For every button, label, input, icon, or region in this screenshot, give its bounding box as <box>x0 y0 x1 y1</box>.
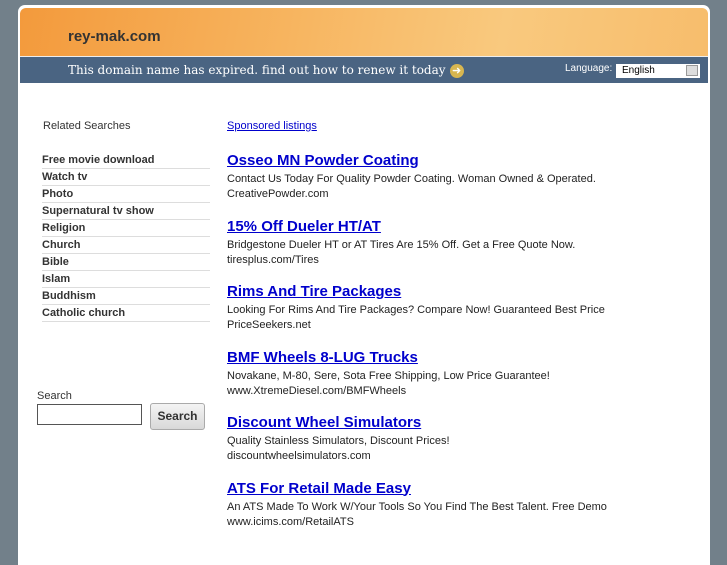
related-link[interactable]: Watch tv <box>42 169 210 186</box>
ad-title[interactable]: Discount Wheel Simulators <box>227 414 677 434</box>
arrow-right-icon[interactable]: ➜ <box>449 63 464 78</box>
sponsored-listings-link[interactable]: Sponsored listings <box>227 120 317 132</box>
renew-link[interactable]: This domain name has expired. find out h… <box>68 63 464 78</box>
ad-item: Rims And Tire Packages Looking For Rims A… <box>227 283 677 349</box>
related-link[interactable]: Photo <box>42 186 210 203</box>
ad-title[interactable]: Rims And Tire Packages <box>227 283 677 303</box>
search-button[interactable]: Search <box>150 403 205 430</box>
ad-title[interactable]: 15% Off Dueler HT/AT <box>227 218 677 238</box>
ad-desc: An ATS Made To Work W/Your Tools So You … <box>227 500 607 513</box>
ad-desc: Quality Stainless Simulators, Discount P… <box>227 435 450 447</box>
ad-desc: Bridgestone Dueler HT or AT Tires Are 15… <box>227 238 576 251</box>
ad-item: ATS For Retail Made Easy An ATS Made To W… <box>227 480 677 546</box>
related-link[interactable]: Religion <box>42 220 210 237</box>
ad-url[interactable]: www.icims.com/RetailATS <box>227 515 677 530</box>
info-bar: This domain name has expired. find out h… <box>20 56 708 83</box>
ad-list: Osseo MN Powder Coating Contact Us Today … <box>227 152 677 545</box>
related-link[interactable]: Buddhism <box>42 288 210 305</box>
ad-url[interactable]: discountwheelsimulators.com <box>227 449 677 464</box>
related-searches-title: Related Searches <box>43 120 131 132</box>
search-label: Search <box>37 390 72 402</box>
ad-url[interactable]: tiresplus.com/Tires <box>227 253 677 268</box>
ad-url[interactable]: CreativePowder.com <box>227 187 677 202</box>
ad-title[interactable]: ATS For Retail Made Easy <box>227 480 677 500</box>
expired-text[interactable]: This domain name has expired. find out h… <box>68 63 446 77</box>
ad-item: Osseo MN Powder Coating Contact Us Today … <box>227 152 677 218</box>
dropdown-arrow-icon[interactable] <box>686 65 698 76</box>
related-link[interactable]: Islam <box>42 271 210 288</box>
ad-title[interactable]: BMF Wheels 8-LUG Trucks <box>227 349 677 369</box>
ad-title[interactable]: Osseo MN Powder Coating <box>227 152 677 172</box>
ad-url[interactable]: www.XtremeDiesel.com/BMFWheels <box>227 384 677 399</box>
related-link[interactable]: Catholic church <box>42 305 210 322</box>
language-label: Language: <box>565 63 613 74</box>
ad-desc: Looking For Rims And Tire Packages? Comp… <box>227 304 605 316</box>
ad-item: 15% Off Dueler HT/AT Bridgestone Dueler H… <box>227 218 677 284</box>
language-value: English <box>622 65 655 76</box>
related-links: Free movie download Watch tv Photo Super… <box>42 152 210 322</box>
related-link[interactable]: Church <box>42 237 210 254</box>
search-input[interactable] <box>37 404 142 425</box>
ad-url[interactable]: PriceSeekers.net <box>227 318 677 333</box>
ad-desc: Contact Us Today For Quality Powder Coat… <box>227 173 596 185</box>
header-banner: rey-mak.com <box>20 8 708 56</box>
related-link[interactable]: Bible <box>42 254 210 271</box>
related-link[interactable]: Supernatural tv show <box>42 203 210 220</box>
related-link[interactable]: Free movie download <box>42 152 210 169</box>
ad-desc: Novakane, M-80, Sere, Sota Free Shipping… <box>227 369 550 382</box>
ad-item: Discount Wheel Simulators Quality Stainle… <box>227 414 677 480</box>
domain-title: rey-mak.com <box>68 28 161 45</box>
language-select[interactable]: English <box>616 64 700 78</box>
ad-item: BMF Wheels 8-LUG Trucks Novakane, M-80, S… <box>227 349 677 415</box>
